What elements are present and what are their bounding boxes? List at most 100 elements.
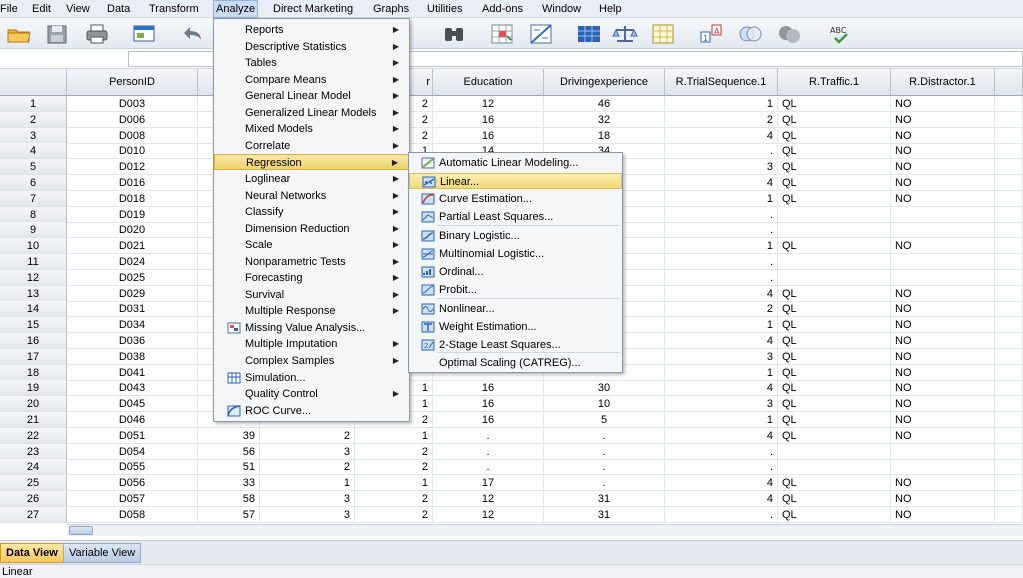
analyze-menu-item[interactable]: Loglinear ▶ [214, 171, 409, 187]
table-cell[interactable]: 1 [665, 317, 778, 334]
table-cell[interactable] [995, 491, 1023, 507]
table-cell[interactable]: D057 [67, 491, 198, 507]
menu-add-ons[interactable]: Add-ons [480, 0, 525, 18]
table-cell[interactable] [995, 427, 1023, 444]
table-cell[interactable]: 1 [355, 475, 433, 492]
table-cell[interactable] [995, 175, 1023, 191]
analyze-menu-item[interactable]: Neural Networks ▶ [214, 188, 409, 204]
show-all-variables-icon[interactable] [737, 22, 763, 46]
regression-menu-item[interactable]: Partial Least Squares... [409, 209, 622, 225]
table-cell[interactable]: 51 [198, 459, 260, 476]
menu-edit[interactable]: Edit [30, 0, 53, 18]
analyze-menu-item[interactable]: General Linear Model ▶ [214, 88, 409, 104]
table-cell[interactable]: D054 [67, 443, 198, 460]
analyze-menu-item[interactable]: Forecasting ▶ [214, 270, 409, 286]
print-icon[interactable] [84, 22, 110, 46]
analyze-menu-item[interactable]: Dimension Reduction ▶ [214, 221, 409, 237]
table-cell[interactable]: 4 [665, 285, 778, 302]
table-cell[interactable]: 31 [544, 506, 665, 523]
row-header[interactable]: 8 [0, 206, 67, 223]
menu-graphs[interactable]: Graphs [371, 0, 411, 18]
table-cell[interactable]: QL [778, 111, 891, 128]
row-header[interactable]: 7 [0, 190, 67, 207]
table-cell[interactable]: 4 [665, 175, 778, 191]
row-header[interactable]: 22 [0, 427, 67, 444]
save-icon[interactable] [44, 22, 70, 46]
analyze-menu-item[interactable]: Simulation... [214, 370, 409, 386]
regression-menu-item[interactable]: Multinomial Logistic... [409, 246, 622, 262]
table-cell[interactable]: QL [778, 175, 891, 191]
table-cell[interactable]: 1 [665, 364, 778, 381]
table-cell[interactable]: 4 [665, 475, 778, 492]
spell-check-icon[interactable]: ABC [827, 22, 853, 46]
menu-view[interactable]: View [64, 0, 92, 18]
table-cell[interactable] [891, 443, 995, 460]
use-sets-icon[interactable]: 1A [699, 22, 725, 46]
table-cell[interactable] [995, 238, 1023, 255]
table-cell[interactable]: QL [778, 96, 891, 112]
table-cell[interactable]: NO [891, 491, 995, 507]
table-cell[interactable]: . [544, 475, 665, 492]
table-cell[interactable]: 12 [433, 491, 544, 507]
table-cell[interactable]: 1 [355, 427, 433, 444]
table-cell[interactable]: NO [891, 427, 995, 444]
table-cell[interactable]: NO [891, 301, 995, 318]
table-cell[interactable]: D031 [67, 301, 198, 318]
corner-header[interactable] [0, 69, 67, 96]
row-header[interactable]: 15 [0, 317, 67, 334]
table-cell[interactable]: . [665, 206, 778, 223]
table-cell[interactable] [778, 222, 891, 239]
table-cell[interactable]: D018 [67, 190, 198, 207]
table-cell[interactable]: 39 [198, 427, 260, 444]
table-cell[interactable]: 12 [433, 96, 544, 112]
table-cell[interactable]: . [544, 459, 665, 476]
analyze-menu-item[interactable]: Compare Means ▶ [214, 72, 409, 88]
table-cell[interactable] [778, 254, 891, 270]
select-cases-icon[interactable] [650, 22, 676, 46]
table-cell[interactable]: 4 [665, 127, 778, 144]
analyze-menu-item[interactable]: Classify ▶ [214, 204, 409, 220]
table-cell[interactable] [995, 159, 1023, 176]
row-header[interactable]: 23 [0, 443, 67, 460]
table-cell[interactable]: QL [778, 127, 891, 144]
open-folder-icon[interactable] [6, 22, 32, 46]
table-cell[interactable]: . [665, 143, 778, 160]
column-header-trialsequence[interactable]: R.TrialSequence.1 [665, 69, 778, 96]
find-icon[interactable] [441, 22, 467, 46]
table-cell[interactable]: NO [891, 285, 995, 302]
table-cell[interactable] [995, 380, 1023, 397]
row-header[interactable]: 27 [0, 506, 67, 523]
table-cell[interactable] [995, 348, 1023, 365]
regression-menu-item[interactable]: Automatic Linear Modeling... [409, 155, 622, 171]
table-cell[interactable]: D016 [67, 175, 198, 191]
analyze-menu-item[interactable]: Survival ▶ [214, 287, 409, 303]
table-cell[interactable]: 4 [665, 380, 778, 397]
table-cell[interactable]: 18 [544, 127, 665, 144]
table-cell[interactable]: D010 [67, 143, 198, 160]
table-cell[interactable]: QL [778, 238, 891, 255]
table-cell[interactable]: D003 [67, 96, 198, 112]
table-cell[interactable] [891, 206, 995, 223]
table-cell[interactable]: NO [891, 475, 995, 492]
table-cell[interactable]: 31 [544, 491, 665, 507]
table-cell[interactable]: . [544, 427, 665, 444]
column-header-traffic[interactable]: R.Traffic.1 [778, 69, 891, 96]
row-header[interactable]: 2 [0, 111, 67, 128]
menu-utilities[interactable]: Utilities [425, 0, 464, 18]
table-cell[interactable]: . [433, 459, 544, 476]
row-header[interactable]: 26 [0, 491, 67, 507]
table-cell[interactable]: D058 [67, 506, 198, 523]
table-cell[interactable]: NO [891, 364, 995, 381]
table-cell[interactable]: QL [778, 301, 891, 318]
row-header[interactable]: 21 [0, 412, 67, 428]
table-cell[interactable]: 2 [355, 491, 433, 507]
table-cell[interactable]: NO [891, 412, 995, 428]
table-cell[interactable]: 5 [544, 412, 665, 428]
table-cell[interactable]: QL [778, 396, 891, 413]
table-cell[interactable]: D041 [67, 364, 198, 381]
table-cell[interactable]: 16 [433, 127, 544, 144]
menu-window[interactable]: Window [540, 0, 583, 18]
scrollbar-thumb[interactable] [69, 526, 93, 535]
table-cell[interactable]: D034 [67, 317, 198, 334]
table-cell[interactable]: NO [891, 348, 995, 365]
